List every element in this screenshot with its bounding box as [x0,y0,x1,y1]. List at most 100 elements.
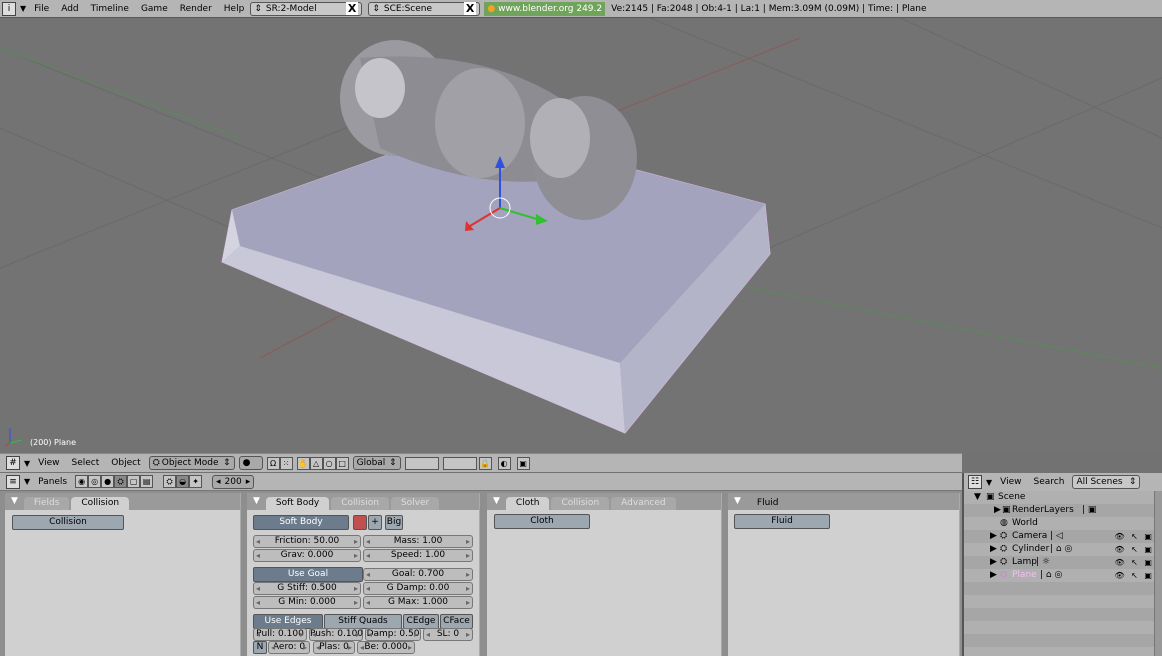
softbody-toggle[interactable]: Soft Body [253,515,349,530]
damp-field[interactable]: Damp: 0.50 [365,628,421,641]
header-collapse-icon[interactable]: ▼ [24,459,30,468]
tab-soft-body[interactable]: Soft Body [265,497,330,510]
hand-manipulator-icon[interactable]: ✋ [296,456,310,470]
pull-field[interactable]: Pull: 0.100 [253,628,307,641]
translate-icon[interactable]: △ [309,456,323,470]
fields-collapse-icon[interactable]: ▼ [11,496,18,506]
menu-add[interactable]: Add [55,0,84,18]
tab-collision[interactable]: Collision [71,497,130,510]
screen-close-icon[interactable]: X [345,2,359,15]
pivot-icon[interactable]: Ω [266,456,280,470]
cloth-button[interactable]: Cloth [494,514,590,529]
scene-selector[interactable]: ⇕ SCE:Scene X [368,1,481,16]
expand-icon[interactable]: ▶ [990,556,997,569]
cface-toggle[interactable]: CFace [440,614,473,629]
menu-timeline[interactable]: Timeline [85,0,135,18]
friction-field[interactable]: Friction: 50.00 [253,535,361,548]
outliner-editor-icon[interactable]: ☷ [968,475,982,489]
speed-field[interactable]: Speed: 1.00 [363,549,473,562]
3d-viewport[interactable] [0,18,1162,453]
push-field[interactable]: Push: 0.100 [309,628,363,641]
expand-icon[interactable]: ▼ [974,491,981,504]
fluid-collapse-icon[interactable]: ▼ [734,496,741,506]
be-field[interactable]: Be: 0.000 [357,641,415,654]
buttons-collapse-icon[interactable]: ▼ [24,477,30,486]
visibility-icons[interactable]: 👁 ↖ ▣ [1114,556,1154,569]
menu-render[interactable]: Render [174,0,218,18]
scene-context-icon[interactable]: ▤ [140,475,154,488]
panels-menu[interactable]: Panels [32,473,73,491]
expand-icon[interactable]: ▶ [994,504,1001,517]
tab-solver[interactable]: Solver [390,497,440,510]
render-view-icon[interactable]: ◐ [497,456,511,470]
scale-icon[interactable]: □ [335,456,349,470]
mass-field[interactable]: Mass: 1.00 [363,535,473,548]
softbody-collapse-icon[interactable]: ▼ [253,496,260,506]
plas-field[interactable]: Plas: 0 [313,641,355,654]
physics-sub-icon[interactable]: ◒ [176,475,190,488]
outliner-row-camera[interactable]: ▶ ⛭ Camera | ◁ 👁 ↖ ▣ [964,530,1154,543]
editor-type-icon[interactable]: # [6,456,20,470]
softbody-bake-icon[interactable] [353,515,367,530]
menu-object[interactable]: Object [105,454,146,472]
visibility-icons[interactable]: 👁 ↖ ▣ [1114,530,1154,543]
g-max-field[interactable]: G Max: 1.000 [363,596,473,609]
outliner-row-cylinder[interactable]: ▶ ⛭ Cylinder | ⌂ ◎ 👁 ↖ ▣ [964,543,1154,556]
goal-field[interactable]: Goal: 0.700 [363,568,473,581]
outliner-row-lamp[interactable]: ▶ ⛭ Lamp | ☼ 👁 ↖ ▣ [964,556,1154,569]
sl-field[interactable]: SL: 0 [423,628,473,641]
frame-field[interactable]: ◂ 200 ▸ [212,474,255,489]
fluid-button[interactable]: Fluid [734,514,830,529]
aero-field[interactable]: Aero: 0 [268,641,310,654]
menu-view[interactable]: View [32,454,65,472]
tab-fields[interactable]: Fields [23,497,70,510]
shading-context-icon[interactable]: ● [101,475,115,488]
visibility-icons[interactable]: 👁 ↖ ▣ [1114,569,1154,582]
particles-sub-icon[interactable]: ✦ [189,475,203,488]
outliner-row-plane[interactable]: ▶ ⛭ Plane | ⌂ ◎ 👁 ↖ ▣ [964,569,1154,582]
object-sub-icon[interactable]: ⛭ [163,475,177,488]
orientation-selector[interactable]: Global ⇕ [352,456,401,470]
expand-icon[interactable]: ▶ [990,569,997,582]
cedge-toggle[interactable]: CEdge [403,614,439,629]
rotate-icon[interactable]: ○ [322,456,336,470]
cloth-collapse-icon[interactable]: ▼ [493,496,500,506]
expand-icon[interactable]: ▶ [990,530,997,543]
visibility-icons[interactable]: 👁 ↖ ▣ [1114,543,1154,556]
menu-game[interactable]: Game [135,0,174,18]
outliner-filter[interactable]: All Scenes ⇕ [1072,475,1141,489]
info-editor-icon[interactable]: i [2,1,16,16]
outliner-row-scene[interactable]: ▼ ▣ Scene [964,491,1154,504]
expand-icon[interactable]: ▶ [990,543,997,556]
menu-file[interactable]: File [28,0,55,18]
g-stiff-field[interactable]: G Stiff: 0.500 [253,582,361,595]
outliner-menu-view[interactable]: View [994,473,1027,491]
menu-select[interactable]: Select [66,454,106,472]
big-button[interactable]: Big [385,515,403,530]
editing-context-icon[interactable]: ▢ [127,475,141,488]
softbody-cross-icon[interactable]: + [368,515,382,530]
n-toggle[interactable]: N [253,641,267,654]
lock-icon[interactable]: 🔒 [478,456,492,470]
logic-context-icon[interactable]: ◉ [75,475,89,488]
mode-selector[interactable]: ⛭ Object Mode ⇕ [148,456,235,470]
outliner-collapse-icon[interactable]: ▼ [986,478,992,487]
outliner-scrollbar[interactable] [1154,491,1162,656]
g-damp-field[interactable]: G Damp: 0.00 [363,582,473,595]
outliner-row-world[interactable]: ◍ World [964,517,1154,530]
scene-close-icon[interactable]: X [463,2,477,15]
menu-collapse-icon[interactable]: ▼ [20,4,26,13]
tab-sb-collision[interactable]: Collision [331,497,389,510]
tab-cloth-collision[interactable]: Collision [551,497,610,510]
menu-help[interactable]: Help [218,0,251,18]
snap-icon[interactable]: ⁙ [279,456,293,470]
opengl-render-icon[interactable]: ▣ [516,456,530,470]
outliner-menu-search[interactable]: Search [1028,473,1071,491]
screen-selector[interactable]: ⇕ SR:2-Model X [250,1,363,16]
buttons-editor-icon[interactable]: ≡ [6,474,20,489]
use-goal-toggle[interactable]: Use Goal [253,567,363,582]
g-min-field[interactable]: G Min: 0.000 [253,596,361,609]
grav-field[interactable]: Grav: 0.000 [253,549,361,562]
layer-buttons-2[interactable] [442,456,477,470]
outliner-row-renderlayers[interactable]: ▶ ▣ RenderLayers | ▣ [964,504,1154,517]
